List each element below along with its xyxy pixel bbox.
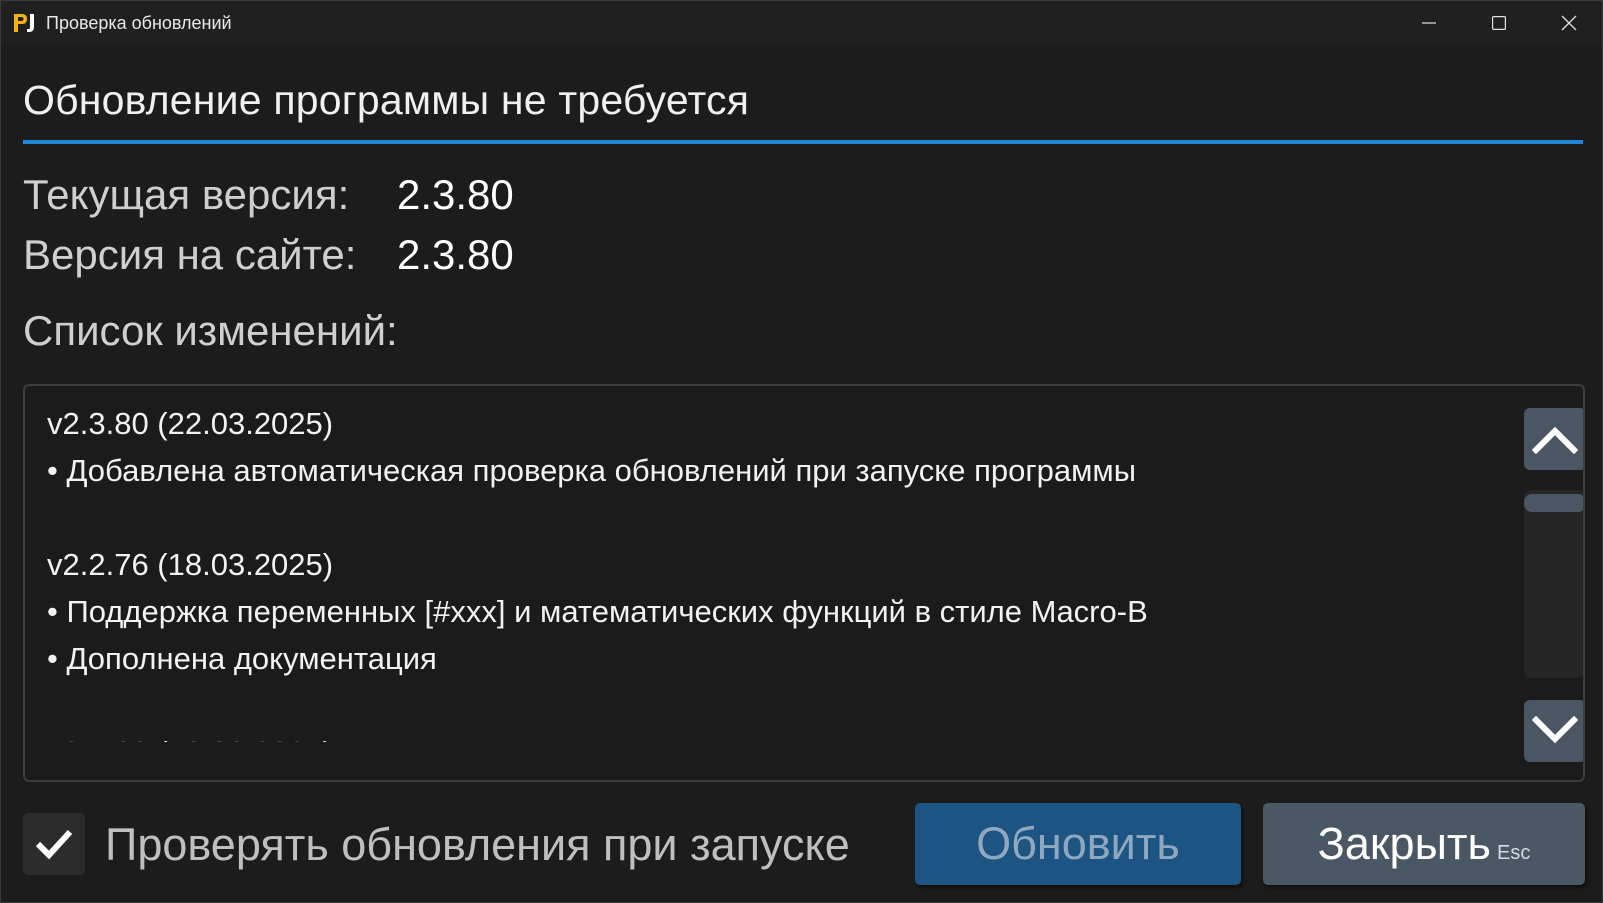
changelog-item: • Дополнена документация <box>47 641 437 676</box>
changelog-item: • Добавлена автоматическая проверка обно… <box>47 453 1137 488</box>
checkmark-icon <box>35 829 73 860</box>
update-check-window: Проверка обновлений Обновление программы… <box>0 0 1603 903</box>
changelog-version: v2.1.68 (10.03.2025) <box>47 729 1487 742</box>
app-logo-icon <box>13 12 37 34</box>
maximize-icon <box>1492 16 1506 30</box>
changelog-heading: Список изменений: <box>23 307 398 354</box>
current-version-label: Текущая версия: <box>23 171 350 218</box>
site-version-value: 2.3.80 <box>397 231 514 278</box>
scrollbar-track[interactable] <box>1524 490 1583 678</box>
check-on-start-checkbox[interactable] <box>23 813 85 875</box>
changelog-item: • Поддержка переменных [#xxx] и математи… <box>47 594 1148 629</box>
heading-divider <box>23 140 1583 144</box>
chevron-down-icon <box>1532 716 1578 744</box>
close-button-label: Закрыть <box>1317 818 1491 869</box>
update-button[interactable]: Обновить <box>915 803 1241 885</box>
minimize-icon <box>1422 22 1436 24</box>
scroll-up-button[interactable] <box>1524 408 1583 470</box>
close-button[interactable]: Закрыть Esc <box>1263 803 1585 885</box>
status-heading: Обновление программы не требуется <box>23 77 750 123</box>
close-icon <box>1561 15 1577 31</box>
maximize-button[interactable] <box>1464 1 1534 45</box>
check-on-start-label[interactable]: Проверять обновления при запуске <box>105 819 850 871</box>
changelog-text: v2.3.80 (22.03.2025) • Добавлена автомат… <box>47 400 1487 742</box>
changelog-version: v2.2.76 (18.03.2025) <box>47 547 334 582</box>
title-bar: Проверка обновлений <box>1 1 1602 45</box>
current-version-value: 2.3.80 <box>397 171 514 218</box>
close-shortcut-hint: Esc <box>1496 841 1531 864</box>
window-title: Проверка обновлений <box>46 13 232 33</box>
site-version-label: Версия на сайте: <box>23 231 357 278</box>
close-window-button[interactable] <box>1534 1 1603 45</box>
changelog-version: v2.3.80 (22.03.2025) <box>47 406 334 441</box>
scrollbar-thumb[interactable] <box>1524 494 1583 512</box>
chevron-up-icon <box>1532 426 1578 454</box>
minimize-button[interactable] <box>1394 1 1464 45</box>
scroll-down-button[interactable] <box>1524 700 1583 762</box>
changelog-box[interactable]: v2.3.80 (22.03.2025) • Добавлена автомат… <box>23 384 1585 782</box>
